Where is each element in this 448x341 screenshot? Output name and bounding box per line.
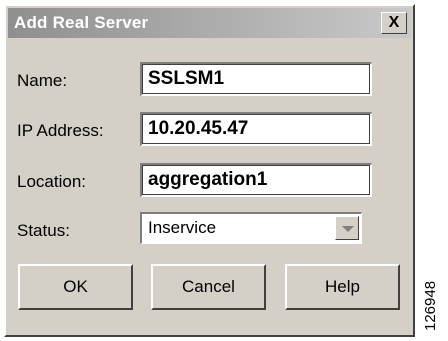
status-select[interactable]: Inservice bbox=[140, 212, 362, 244]
ip-row: IP Address: 10.20.45.47 bbox=[6, 112, 413, 152]
status-label: Status: bbox=[17, 221, 70, 240]
location-label: Location: bbox=[17, 172, 86, 191]
ok-button[interactable]: OK bbox=[18, 264, 133, 310]
ip-address-label: IP Address: bbox=[17, 121, 104, 140]
location-field[interactable]: aggregation1 bbox=[140, 163, 372, 197]
close-icon: X bbox=[388, 14, 400, 31]
status-row: Status: Inservice bbox=[6, 212, 413, 252]
name-label: Name: bbox=[17, 71, 68, 90]
name-field[interactable]: SSLSM1 bbox=[140, 62, 372, 96]
chevron-down-icon[interactable] bbox=[335, 216, 359, 240]
close-button[interactable]: X bbox=[381, 12, 407, 34]
location-row: Location: aggregation1 bbox=[6, 163, 413, 203]
dialog-title: Add Real Server bbox=[14, 13, 149, 32]
add-real-server-dialog: Add Real Server X Name: SSLSM1 IP Addres… bbox=[4, 4, 415, 337]
figure-id: 126948 bbox=[422, 280, 439, 331]
name-row: Name: SSLSM1 bbox=[6, 62, 413, 102]
title-bar: Add Real Server X bbox=[8, 8, 411, 38]
status-select-value: Inservice bbox=[148, 218, 217, 237]
help-button[interactable]: Help bbox=[285, 264, 400, 310]
cancel-button[interactable]: Cancel bbox=[151, 264, 266, 310]
ip-address-field[interactable]: 10.20.45.47 bbox=[140, 112, 372, 146]
